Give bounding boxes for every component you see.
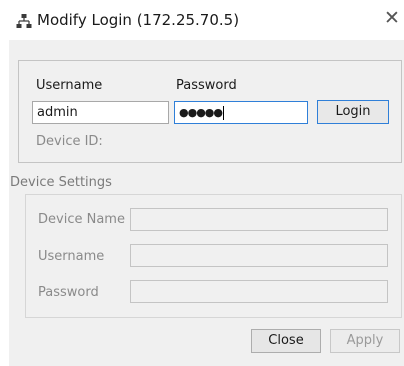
- device-password-label: Password: [38, 285, 99, 300]
- username-label: Username: [36, 78, 103, 93]
- username-input-value: admin: [37, 105, 78, 120]
- password-label: Password: [176, 78, 237, 93]
- login-button[interactable]: Login: [317, 100, 389, 124]
- close-button[interactable]: Close: [251, 329, 321, 353]
- device-password-input[interactable]: [130, 280, 388, 303]
- device-id-label: Device ID:: [36, 134, 103, 149]
- device-name-input[interactable]: [130, 208, 388, 231]
- dialog-title: Modify Login (172.25.70.5): [37, 11, 240, 29]
- password-input-value: ●●●●●: [179, 106, 223, 119]
- username-input[interactable]: admin: [32, 101, 169, 124]
- device-username-label: Username: [38, 249, 105, 264]
- password-input[interactable]: ●●●●●: [174, 101, 308, 124]
- network-topology-icon: [16, 14, 32, 28]
- device-settings-label: Device Settings: [10, 175, 112, 190]
- text-caret: [223, 105, 224, 120]
- device-name-label: Device Name: [38, 212, 125, 227]
- title-bar: Modify Login (172.25.70.5) ✕: [0, 0, 404, 40]
- close-icon[interactable]: ✕: [384, 9, 400, 28]
- apply-button[interactable]: Apply: [330, 329, 400, 353]
- device-username-input[interactable]: [130, 244, 388, 267]
- modify-login-dialog: Modify Login (172.25.70.5) ✕ Username Pa…: [0, 0, 404, 366]
